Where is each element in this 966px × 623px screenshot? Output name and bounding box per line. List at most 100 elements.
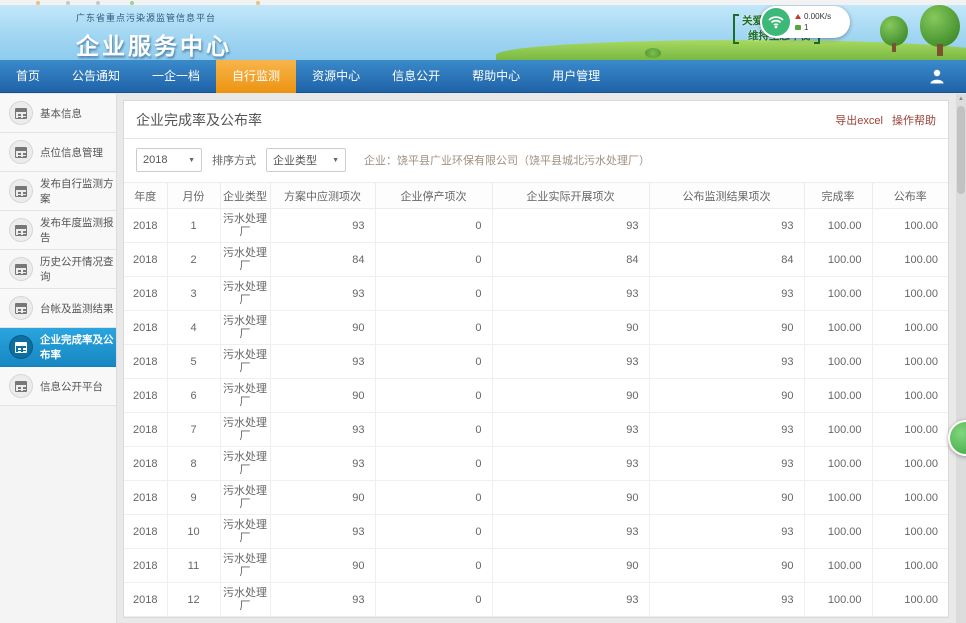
sidebar-item-publish-annual-report[interactable]: 发布年度监测报告	[0, 211, 116, 250]
table-cell: 10	[167, 515, 220, 549]
table-cell: 0	[375, 481, 492, 515]
bush-graphic	[645, 48, 661, 58]
table-cell: 100.00	[872, 447, 948, 481]
table-cell: 100.00	[872, 379, 948, 413]
nav-item-self-monitoring[interactable]: 自行监测	[216, 60, 296, 93]
sidebar-item-completion-rate[interactable]: 企业完成率及公布率	[0, 328, 116, 367]
upload-arrow-icon	[795, 14, 801, 19]
help-link[interactable]: 操作帮助	[892, 115, 936, 127]
table-cell: 100.00	[804, 515, 872, 549]
sidebar-item-disclosure-platform[interactable]: 信息公开平台	[0, 367, 116, 406]
calendar-icon	[9, 374, 33, 398]
table-cell: 93	[649, 583, 804, 617]
nav-item-resource-center[interactable]: 资源中心	[296, 60, 376, 93]
header-banner: 关爱环境， 维持生态平衡 0.00K/s 1	[526, 5, 966, 60]
table-cell: 100.00	[872, 209, 948, 243]
table-cell: 8	[167, 447, 220, 481]
main-panel: 企业完成率及公布率 导出excel 操作帮助 2018 ▼ 排序方式 企业类型 …	[123, 100, 949, 618]
table-cell: 4	[167, 311, 220, 345]
table-cell: 2018	[124, 447, 167, 481]
table-cell: 90	[492, 379, 649, 413]
table-cell: 100.00	[872, 243, 948, 277]
table-cell: 0	[375, 311, 492, 345]
network-speed-widget[interactable]: 0.00K/s 1	[760, 6, 850, 38]
year-select[interactable]: 2018 ▼	[136, 148, 202, 172]
table-cell: 90	[270, 549, 375, 583]
panel-title: 企业完成率及公布率	[136, 110, 262, 130]
nav-item-announcements[interactable]: 公告通知	[56, 60, 136, 93]
table-cell: 90	[649, 481, 804, 515]
table-cell: 90	[492, 549, 649, 583]
table-cell: 93	[492, 515, 649, 549]
scrollbar-thumb[interactable]	[957, 106, 965, 194]
sidebar-item-ledger-results[interactable]: 台帐及监测结果	[0, 289, 116, 328]
table-cell: 2018	[124, 345, 167, 379]
table-cell: 93	[492, 209, 649, 243]
sidebar-item-history-query[interactable]: 历史公开情况查询	[0, 250, 116, 289]
nav-item-user-management[interactable]: 用户管理	[536, 60, 616, 93]
table-cell: 93	[492, 413, 649, 447]
nav-item-home[interactable]: 首页	[0, 60, 56, 93]
table-row: 20185污水处理厂9309393100.00100.00	[124, 345, 948, 379]
table-row: 20184污水处理厂9009090100.00100.00	[124, 311, 948, 345]
nav-item-enterprise-archive[interactable]: 一企一档	[136, 60, 216, 93]
platform-name: 广东省重点污染源监管信息平台	[76, 11, 232, 24]
table-cell: 0	[375, 515, 492, 549]
table-cell: 2	[167, 243, 220, 277]
completion-rate-table: 年度 月份 企业类型 方案中应测项次 企业停产项次 企业实际开展项次 公布监测结…	[124, 182, 948, 617]
chevron-down-icon: ▼	[188, 157, 195, 164]
table-row: 20186污水处理厂9009090100.00100.00	[124, 379, 948, 413]
sidebar-item-basic-info[interactable]: 基本信息	[0, 94, 116, 133]
table-cell: 100.00	[804, 583, 872, 617]
table-cell: 污水处理厂	[220, 209, 270, 243]
table-cell: 污水处理厂	[220, 583, 270, 617]
table-cell: 100.00	[804, 243, 872, 277]
table-cell: 93	[492, 583, 649, 617]
col-month: 月份	[167, 183, 220, 209]
user-icon[interactable]	[930, 69, 944, 89]
table-cell: 污水处理厂	[220, 379, 270, 413]
table-row: 20182污水处理厂8408484100.00100.00	[124, 243, 948, 277]
table-cell: 2018	[124, 481, 167, 515]
table-cell: 90	[270, 481, 375, 515]
page-title: 企业服务中心	[76, 27, 232, 60]
calendar-icon	[9, 218, 33, 242]
calendar-icon	[9, 179, 33, 203]
table-cell: 污水处理厂	[220, 311, 270, 345]
table-cell: 84	[649, 243, 804, 277]
table-cell: 93	[649, 447, 804, 481]
table-cell: 90	[649, 549, 804, 583]
table-cell: 93	[270, 413, 375, 447]
table-cell: 污水处理厂	[220, 515, 270, 549]
col-actual-items: 企业实际开展项次	[492, 183, 649, 209]
table-cell: 100.00	[872, 413, 948, 447]
vertical-scrollbar[interactable]: ▲	[956, 94, 966, 623]
nav-item-help-center[interactable]: 帮助中心	[456, 60, 536, 93]
table-cell: 100.00	[872, 345, 948, 379]
table-cell: 0	[375, 345, 492, 379]
main-nav: 首页 公告通知 一企一档 自行监测 资源中心 信息公开 帮助中心 用户管理	[0, 60, 966, 93]
table-cell: 0	[375, 379, 492, 413]
table-row: 20188污水处理厂9309393100.00100.00	[124, 447, 948, 481]
download-icon	[795, 25, 801, 30]
table-cell: 100.00	[804, 413, 872, 447]
table-cell: 0	[375, 209, 492, 243]
table-cell: 100.00	[804, 481, 872, 515]
enterprise-name-text: 企业：饶平县广业环保有限公司（饶平县城北污水处理厂）	[364, 152, 650, 168]
table-cell: 100.00	[872, 515, 948, 549]
table-cell: 100.00	[872, 583, 948, 617]
sidebar-item-publish-monitor-plan[interactable]: 发布自行监测方案	[0, 172, 116, 211]
nav-item-info-disclosure[interactable]: 信息公开	[376, 60, 456, 93]
table-cell: 3	[167, 277, 220, 311]
table-cell: 100.00	[804, 379, 872, 413]
table-cell: 2018	[124, 277, 167, 311]
sidebar-item-point-info[interactable]: 点位信息管理	[0, 133, 116, 172]
scroll-up-arrow-icon[interactable]: ▲	[956, 94, 966, 104]
export-excel-link[interactable]: 导出excel	[835, 115, 883, 127]
table-cell: 90	[649, 311, 804, 345]
site-header: 广东省重点污染源监管信息平台 企业服务中心 关爱环境， 维持生态平衡	[0, 5, 966, 60]
table-cell: 93	[492, 345, 649, 379]
enterprise-type-select[interactable]: 企业类型 ▼	[266, 148, 346, 172]
col-enterprise-type: 企业类型	[220, 183, 270, 209]
col-completion-rate: 完成率	[804, 183, 872, 209]
